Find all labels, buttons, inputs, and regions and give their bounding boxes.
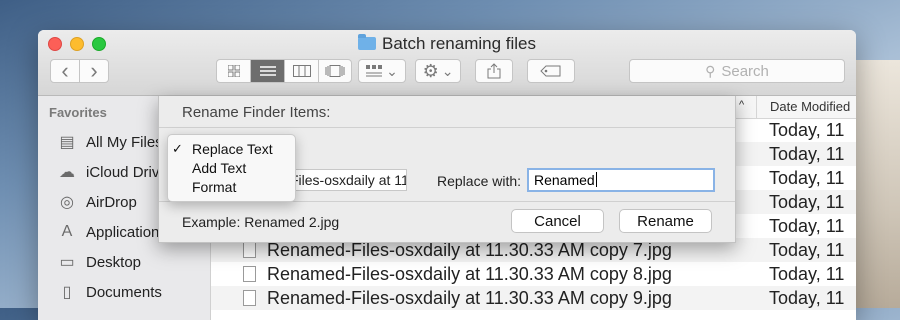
file-date: Today, 11 — [769, 120, 845, 140]
airdrop-icon: ◎ — [60, 194, 74, 211]
chevron-right-icon: › — [90, 58, 98, 83]
window-title-text: Batch renaming files — [381, 34, 537, 53]
view-mode-segmented-control — [216, 59, 352, 83]
share-icon — [487, 63, 501, 79]
cloud-icon: ☁ — [59, 164, 75, 181]
list-view-icon — [259, 66, 276, 76]
file-date: Today, 11 — [769, 168, 845, 188]
cover-flow-button[interactable] — [318, 59, 352, 83]
sort-indicator-icon[interactable]: ^ — [739, 99, 744, 111]
example-text: Example: Renamed 2.jpg — [182, 214, 340, 230]
window-title: Batch renaming files — [38, 34, 856, 54]
image-file-icon — [243, 266, 256, 282]
titlebar: Batch renaming files ‹ › ⌄ ⚙ ⌄ ⚲ Search — [38, 30, 856, 96]
checkmark-icon: ✓ — [172, 141, 183, 156]
icon-view-button[interactable] — [216, 59, 250, 83]
cancel-button[interactable]: Cancel — [511, 209, 604, 233]
sidebar-item-label: Applications — [86, 223, 167, 241]
file-name: Renamed-Files-osxdaily at 11.30.33 AM co… — [267, 264, 672, 284]
image-file-icon — [243, 242, 256, 258]
file-date: Today, 11 — [769, 264, 845, 284]
search-icon: ⚲ — [705, 62, 716, 79]
text-cursor — [595, 172, 597, 187]
search-placeholder: Search — [721, 62, 769, 80]
cover-flow-icon — [325, 65, 345, 77]
icon-view-icon — [227, 65, 240, 77]
arrange-button[interactable]: ⌄ — [358, 59, 406, 83]
file-date: Today, 11 — [769, 288, 845, 308]
sidebar-item-label: AirDrop — [86, 193, 137, 211]
divider — [159, 127, 735, 128]
action-button[interactable]: ⚙ ⌄ — [415, 59, 461, 83]
image-file-icon — [243, 290, 256, 306]
file-date: Today, 11 — [769, 192, 845, 212]
desktop-icon: ▭ — [59, 254, 75, 271]
date-modified-header[interactable]: Date Modified — [756, 96, 850, 118]
table-row[interactable]: Renamed-Files-osxdaily at 11.30.33 AM co… — [211, 262, 856, 286]
back-button[interactable]: ‹ — [50, 59, 80, 83]
menu-item-format[interactable]: Format — [192, 179, 236, 195]
search-field[interactable]: ⚲ Search — [629, 59, 845, 83]
file-name: Renamed-Files-osxdaily at 11.30.33 AM co… — [267, 288, 672, 308]
tag-button[interactable] — [527, 59, 575, 83]
sidebar-item-label: All My Files — [86, 133, 163, 151]
chevron-down-icon: ⌄ — [386, 62, 398, 79]
rename-mode-menu: ✓ Replace Text Add Text Format — [167, 134, 296, 202]
rename-button[interactable]: Rename — [619, 209, 712, 233]
menu-item-replace-text[interactable]: Replace Text — [192, 141, 273, 157]
find-text-field[interactable]: Files-osxdaily at 11 — [279, 169, 407, 191]
arrange-icon — [366, 65, 383, 77]
file-date: Today, 11 — [769, 240, 845, 260]
column-view-button[interactable] — [284, 59, 318, 83]
file-date: Today, 11 — [769, 216, 845, 236]
dialog-title: Rename Finder Items: — [182, 104, 331, 121]
menu-item-add-text[interactable]: Add Text — [192, 160, 246, 176]
folder-icon — [357, 34, 376, 50]
chevron-left-icon: ‹ — [61, 58, 69, 83]
replace-with-value: Renamed — [534, 172, 595, 188]
documents-icon: ▯ — [62, 284, 72, 301]
sidebar-item-label: iCloud Drive — [86, 163, 168, 181]
forward-button[interactable]: › — [79, 59, 109, 83]
sidebar-item-documents[interactable]: ▯ Documents — [38, 277, 210, 307]
chevron-down-icon: ⌄ — [441, 62, 454, 79]
list-view-button[interactable] — [250, 59, 284, 83]
table-row[interactable]: Renamed-Files-osxdaily at 11.30.33 AM co… — [211, 286, 856, 310]
share-button[interactable] — [475, 59, 513, 83]
replace-with-field[interactable]: Renamed — [527, 168, 715, 192]
file-date: Today, 11 — [769, 144, 845, 164]
applications-icon: A — [61, 223, 73, 240]
replace-with-label: Replace with: — [437, 173, 522, 189]
sidebar-item-label: Documents — [86, 283, 162, 301]
tag-icon — [540, 65, 561, 77]
gear-icon: ⚙ — [422, 60, 439, 81]
all-files-icon: ▤ — [59, 134, 75, 151]
sidebar-item-label: Desktop — [86, 253, 142, 271]
column-view-icon — [292, 65, 311, 77]
sidebar-item-desktop[interactable]: ▭ Desktop — [38, 247, 210, 277]
